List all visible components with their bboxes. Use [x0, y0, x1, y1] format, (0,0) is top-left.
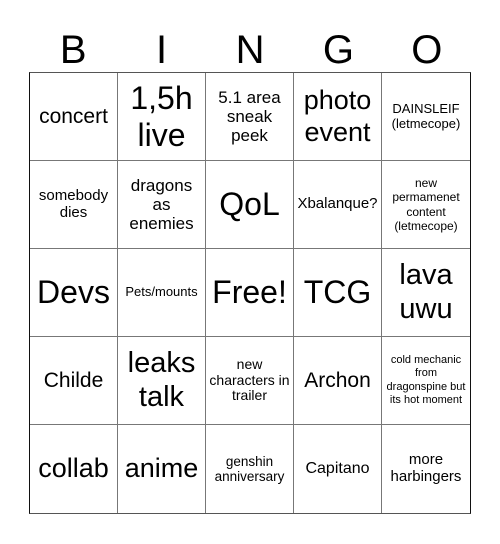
cell-text: Devs	[37, 274, 110, 311]
bingo-cell[interactable]: genshin anniversary	[206, 425, 294, 513]
header-letter-g: G	[322, 28, 354, 72]
bingo-board: concert 1,5h live 5.1 area sneak peek ph…	[29, 72, 471, 514]
cell-text: DAINSLEIF (letmecope)	[391, 100, 461, 131]
bingo-cell[interactable]: photo event	[294, 73, 382, 161]
cell-text: Childe	[43, 368, 104, 392]
bingo-cell[interactable]: anime	[118, 425, 206, 513]
bingo-cell[interactable]: Xbalanque?	[294, 161, 382, 249]
bingo-cell[interactable]: dragons as enemies	[118, 161, 206, 249]
bingo-cell[interactable]: DAINSLEIF (letmecope)	[382, 73, 470, 161]
cell-text: somebody dies	[38, 186, 109, 221]
cell-text: Xbalanque?	[297, 195, 378, 213]
bingo-cell[interactable]: Childe	[30, 337, 118, 425]
cell-text: TCG	[303, 274, 372, 311]
bingo-cell[interactable]: Free!	[206, 249, 294, 337]
cell-text: new characters in trailer	[209, 355, 290, 404]
bingo-cell[interactable]: 1,5h live	[118, 73, 206, 161]
cell-text: 1,5h live	[130, 79, 193, 153]
bingo-cell[interactable]: somebody dies	[30, 161, 118, 249]
cell-text: leaks talk	[127, 347, 196, 413]
cell-text: dragons as enemies	[129, 175, 194, 234]
cell-text: QoL	[219, 186, 280, 223]
bingo-cell[interactable]: new permamenet content (letmecope)	[382, 161, 470, 249]
bingo-cell[interactable]: TCG	[294, 249, 382, 337]
header-letter-o: O	[411, 28, 443, 72]
header-letter-b: B	[59, 28, 87, 72]
header-letter-i: I	[156, 28, 168, 72]
bingo-cell[interactable]: leaks talk	[118, 337, 206, 425]
cell-text: Archon	[304, 368, 371, 392]
header-letter-n: N	[235, 28, 265, 72]
cell-text: lava uwu	[399, 259, 453, 325]
cell-text: Pets/mounts	[125, 284, 198, 300]
cell-text: cold mechanic from dragonspine but its h…	[386, 354, 466, 406]
bingo-cell[interactable]: lava uwu	[382, 249, 470, 337]
bingo-cell[interactable]: cold mechanic from dragonspine but its h…	[382, 337, 470, 425]
cell-text: Free!	[212, 274, 287, 311]
cell-text: concert	[39, 104, 108, 128]
bingo-cell[interactable]: collab	[30, 425, 118, 513]
bingo-cell[interactable]: Devs	[30, 249, 118, 337]
cell-text: photo event	[303, 85, 372, 147]
bingo-header: B I N G O	[29, 28, 471, 72]
bingo-cell[interactable]: 5.1 area sneak peek	[206, 73, 294, 161]
bingo-cell[interactable]: Archon	[294, 337, 382, 425]
bingo-cell[interactable]: concert	[30, 73, 118, 161]
cell-text: more harbingers	[390, 451, 462, 485]
cell-text: collab	[38, 453, 109, 484]
bingo-cell[interactable]: Pets/mounts	[118, 249, 206, 337]
cell-text: Capitano	[305, 460, 370, 478]
cell-text: new permamenet content (letmecope)	[392, 175, 460, 233]
bingo-cell[interactable]: new characters in trailer	[206, 337, 294, 425]
cell-text: anime	[124, 453, 199, 484]
bingo-cell[interactable]: QoL	[206, 161, 294, 249]
bingo-cell[interactable]: more harbingers	[382, 425, 470, 513]
bingo-cell[interactable]: Capitano	[294, 425, 382, 513]
cell-text: 5.1 area sneak peek	[218, 87, 281, 146]
cell-text: genshin anniversary	[214, 453, 285, 484]
